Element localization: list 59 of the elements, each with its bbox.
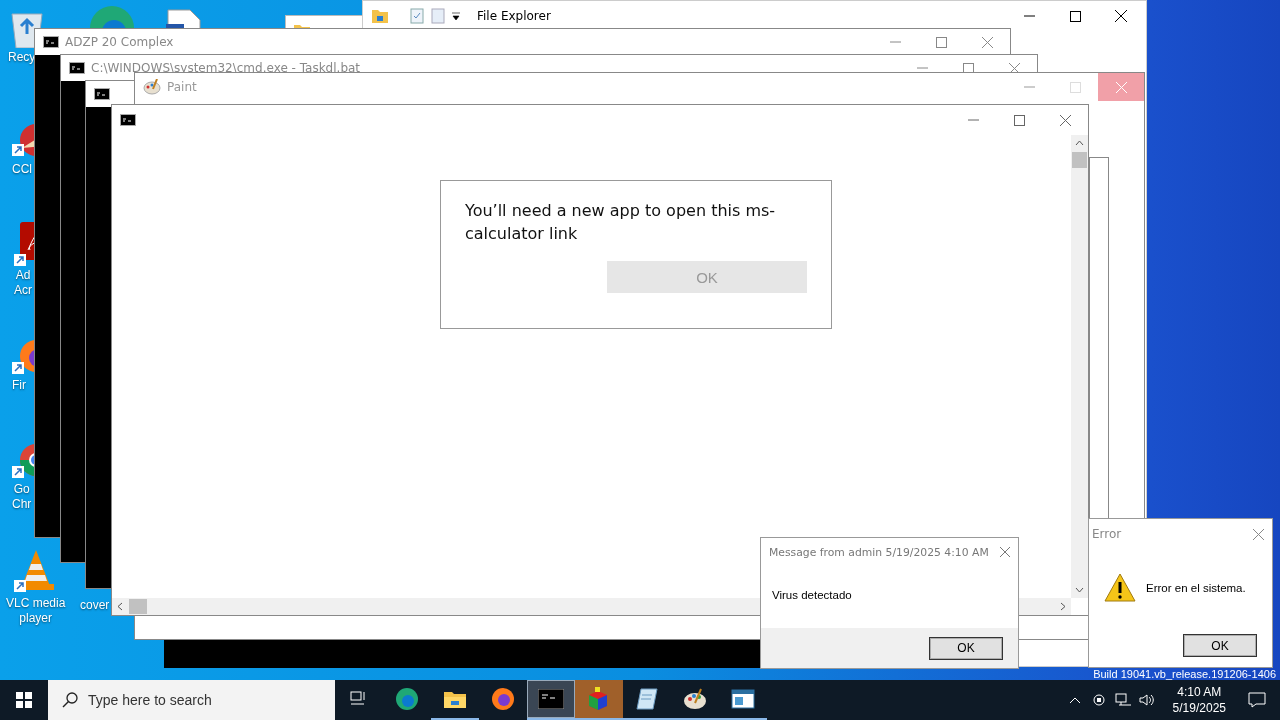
properties-icon <box>409 8 425 24</box>
console-icon <box>43 36 59 48</box>
minimize-icon[interactable] <box>1023 15 1035 17</box>
folder-icon <box>443 689 467 709</box>
clock-date[interactable]: 5/19/2025 <box>1172 700 1226 716</box>
window-title: File Explorer <box>477 9 551 23</box>
scroll-up-icon[interactable] <box>1075 140 1084 146</box>
console-icon <box>69 62 85 74</box>
console-icon <box>538 689 564 709</box>
maximize-icon[interactable] <box>1069 10 1081 22</box>
desktop-icon-label[interactable]: Recy <box>8 50 36 65</box>
ok-button[interactable]: OK <box>607 261 807 293</box>
scroll-right-icon[interactable] <box>1060 602 1066 611</box>
task-view-icon <box>350 691 368 707</box>
dropdown-icon[interactable] <box>451 11 461 21</box>
firefox-icon <box>491 687 515 711</box>
folder-icon <box>371 8 389 24</box>
console-icon <box>94 88 110 100</box>
device-icon[interactable] <box>1091 693 1106 707</box>
window-title: Paint <box>167 80 197 94</box>
search-icon <box>62 692 78 708</box>
notepad-icon <box>635 687 659 711</box>
dialog-title: Error <box>1092 527 1122 541</box>
window-icon <box>731 689 755 709</box>
new-folder-icon <box>431 8 445 24</box>
dialog-message: Error en el sistema. <box>1146 581 1246 594</box>
speaker-icon[interactable] <box>1138 693 1155 707</box>
edge-icon <box>395 687 419 711</box>
warning-icon <box>1104 573 1136 602</box>
desktop-icon-label[interactable]: Ad Acr <box>14 268 32 298</box>
vertical-scrollbar[interactable] <box>1071 135 1088 598</box>
network-icon[interactable] <box>1114 693 1131 707</box>
desktop-icon-label[interactable]: cover <box>80 598 110 613</box>
scroll-left-icon[interactable] <box>117 602 123 611</box>
scroll-thumb[interactable] <box>1072 152 1087 168</box>
window-title: ADZP 20 Complex <box>65 35 174 49</box>
ok-button[interactable]: OK <box>1183 634 1257 657</box>
notification-icon <box>1248 692 1266 708</box>
search-field[interactable]: Type here to search <box>48 680 335 720</box>
taskbar-app-button[interactable] <box>527 680 575 720</box>
console-icon <box>120 114 136 126</box>
chevron-up-icon[interactable] <box>1068 696 1081 704</box>
dialog-message: Virus detectado <box>772 589 852 601</box>
windows-logo-icon <box>16 692 32 708</box>
scroll-thumb[interactable] <box>129 599 147 614</box>
window-title: C:\WINDOWS\system32\cmd.exe - Taskdl.bat <box>91 61 361 75</box>
desktop-icon-label[interactable]: Fir <box>12 378 26 393</box>
scroll-down-icon[interactable] <box>1075 587 1084 593</box>
dialog-message: You’ll need a new app to open this ms-calculator link <box>464 200 777 245</box>
dialog-title: Message from admin 5/19/2025 4:10 AM <box>769 545 989 559</box>
desktop-icon-label[interactable]: CCl <box>12 162 32 177</box>
palette-icon <box>143 79 161 95</box>
desktop-icon-label[interactable]: VLC media player <box>6 596 66 626</box>
clock-time[interactable]: 4:10 AM <box>1177 684 1222 700</box>
desktop-icon-label[interactable]: Go Chr <box>12 482 32 512</box>
ok-button[interactable]: OK <box>929 636 1003 660</box>
close-icon[interactable] <box>1115 10 1127 22</box>
build-text: Build 19041.vb_release.191206-1406 <box>1093 668 1276 680</box>
palette-icon <box>683 687 707 711</box>
